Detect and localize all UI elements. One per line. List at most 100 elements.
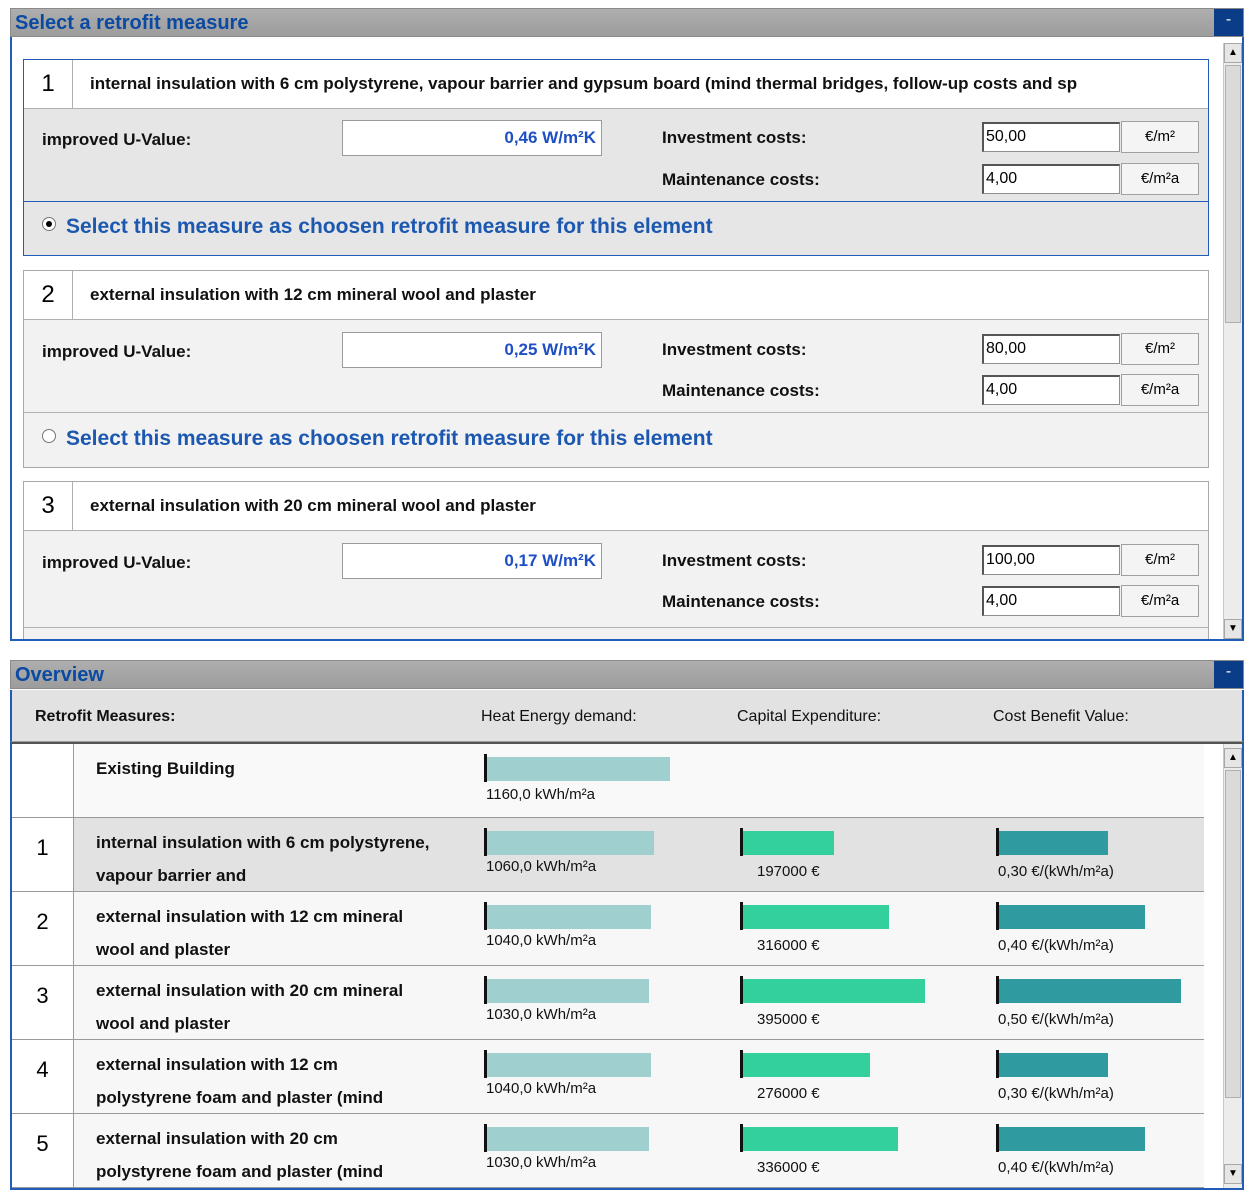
maintenance-input[interactable]: 4,00 [982,375,1120,405]
radio-checked-icon[interactable] [42,217,56,231]
maintenance-input[interactable]: 4,00 [982,164,1120,194]
cost-benefit-value: 0,40 €/(kWh/m²a) [998,937,1114,954]
select-panel-title: Select a retrofit measure [15,12,249,34]
measure-number: 2 [24,271,73,319]
heat-demand-bar [484,754,670,786]
scroll-down-icon[interactable]: ▼ [1224,1164,1242,1184]
cost-benefit-bar [996,1124,1145,1156]
heat-demand-bar [484,1050,651,1082]
divider [24,201,1208,202]
select-measure-radio-1[interactable]: Select this measure as choosen retrofit … [42,215,713,239]
row-number: 2 [12,892,74,965]
measure-card-3[interactable]: 3 external insulation with 20 cm mineral… [23,481,1209,639]
bar-fill [487,979,649,1003]
capital-expenditure-value: 336000 € [757,1159,820,1176]
scroll-up-icon[interactable]: ▲ [1224,748,1242,768]
cost-benefit-value: 0,30 €/(kWh/m²a) [998,1085,1114,1102]
bar-fill [999,831,1108,855]
select-measure-radio-2[interactable]: Select this measure as choosen retrofit … [42,427,713,451]
u-value-label: improved U-Value: [42,553,192,572]
row-number: 1 [12,818,74,891]
measure-card-2[interactable]: 2 external insulation with 12 cm mineral… [23,270,1209,468]
scroll-up-icon[interactable]: ▲ [1224,43,1242,63]
investment-input[interactable]: 50,00 [982,122,1120,152]
overview-column-headers: Retrofit Measures: Heat Energy demand: C… [10,690,1244,742]
investment-input[interactable]: 100,00 [982,545,1120,575]
bar-fill [999,979,1181,1003]
heat-demand-bar [484,976,649,1008]
overview-row[interactable]: 4 external insulation with 12 cm polystyr… [12,1040,1204,1114]
capital-expenditure-bar [740,828,834,860]
capital-expenditure-value: 197000 € [757,863,820,880]
row-measure-name: external insulation with 20 cm polystyre… [96,1129,384,1181]
measure-header: 1 internal insulation with 6 cm polystyr… [24,60,1208,109]
scroll-down-icon[interactable]: ▼ [1224,619,1242,639]
select-panel-scrollbar[interactable]: ▲ ▼ [1223,43,1242,639]
overview-row[interactable]: 1 internal insulation with 6 cm polystyre… [12,818,1204,892]
header-cost-benefit: Cost Benefit Value: [993,708,1129,725]
capital-expenditure-bar [740,1124,898,1156]
row-measure-name: external insulation with 12 cm mineral w… [96,907,404,959]
bar-fill [743,1053,870,1077]
investment-unit: €/m² [1121,544,1199,576]
radio-unchecked-icon[interactable] [42,429,56,443]
u-value-field[interactable]: 0,25 W/m²K [342,332,602,368]
row-measure-name: external insulation with 20 cm mineral w… [96,981,404,1033]
maintenance-label: Maintenance costs: [662,381,820,400]
capital-expenditure-bar [740,902,889,934]
measure-number: 1 [24,60,73,108]
investment-unit: €/m² [1121,333,1199,365]
bar-fill [743,1127,898,1151]
row-number: 4 [12,1040,74,1113]
u-value-label: improved U-Value: [42,130,192,149]
row-number: 3 [12,966,74,1039]
overview-row[interactable]: Existing Building 1160,0 kWh/m²a [12,744,1204,818]
heat-demand-value: 1030,0 kWh/m²a [486,1154,597,1171]
measure-header: 2 external insulation with 12 cm mineral… [24,271,1208,320]
overview-scrollbar[interactable]: ▲ ▼ [1223,744,1242,1188]
select-panel-minimize-button[interactable]: - [1214,9,1243,36]
bar-fill [487,757,670,781]
u-value-label: improved U-Value: [42,342,192,361]
bar-fill [487,1053,651,1077]
overview-minimize-button[interactable]: - [1214,661,1243,688]
heat-demand-value: 1160,0 kWh/m²a [486,786,595,803]
investment-label: Investment costs: [662,340,807,359]
maintenance-label: Maintenance costs: [662,592,820,611]
bar-fill [487,905,651,929]
u-value-field[interactable]: 0,46 W/m²K [342,120,602,156]
bar-fill [999,1053,1108,1077]
header-heat-demand: Heat Energy demand: [481,708,637,725]
bar-fill [999,905,1145,929]
maintenance-label: Maintenance costs: [662,170,820,189]
row-measure-name: Existing Building [96,759,235,778]
scroll-thumb[interactable] [1225,770,1241,1098]
maintenance-unit: €/m²a [1121,163,1199,195]
overview-row[interactable]: 5 external insulation with 20 cm polystyr… [12,1114,1204,1188]
overview-row[interactable]: 3 external insulation with 20 cm mineral … [12,966,1204,1040]
maintenance-input[interactable]: 4,00 [982,586,1120,616]
bar-fill [487,1127,649,1151]
header-capital-expenditure: Capital Expenditure: [737,708,882,725]
scroll-thumb[interactable] [1225,65,1241,323]
investment-input[interactable]: 80,00 [982,334,1120,364]
cost-benefit-bar [996,976,1181,1008]
measure-title: external insulation with 20 cm mineral w… [90,496,536,515]
divider [24,627,1208,628]
cost-benefit-value: 0,30 €/(kWh/m²a) [998,863,1114,880]
overview-row[interactable]: 2 external insulation with 12 cm mineral … [12,892,1204,966]
heat-demand-value: 1060,0 kWh/m²a [486,858,597,875]
heat-demand-bar [484,902,651,934]
capital-expenditure-bar [740,976,925,1008]
cost-benefit-value: 0,50 €/(kWh/m²a) [998,1011,1114,1028]
select-measure-text: Select this measure as choosen retrofit … [66,215,713,238]
u-value-field[interactable]: 0,17 W/m²K [342,543,602,579]
header-measures: Retrofit Measures: [35,708,176,725]
bar-fill [487,831,654,855]
investment-label: Investment costs: [662,551,807,570]
overview-title: Overview [15,664,104,686]
divider [24,412,1208,413]
measure-card-1[interactable]: 1 internal insulation with 6 cm polystyr… [23,59,1209,256]
heat-demand-bar [484,1124,649,1156]
investment-unit: €/m² [1121,121,1199,153]
